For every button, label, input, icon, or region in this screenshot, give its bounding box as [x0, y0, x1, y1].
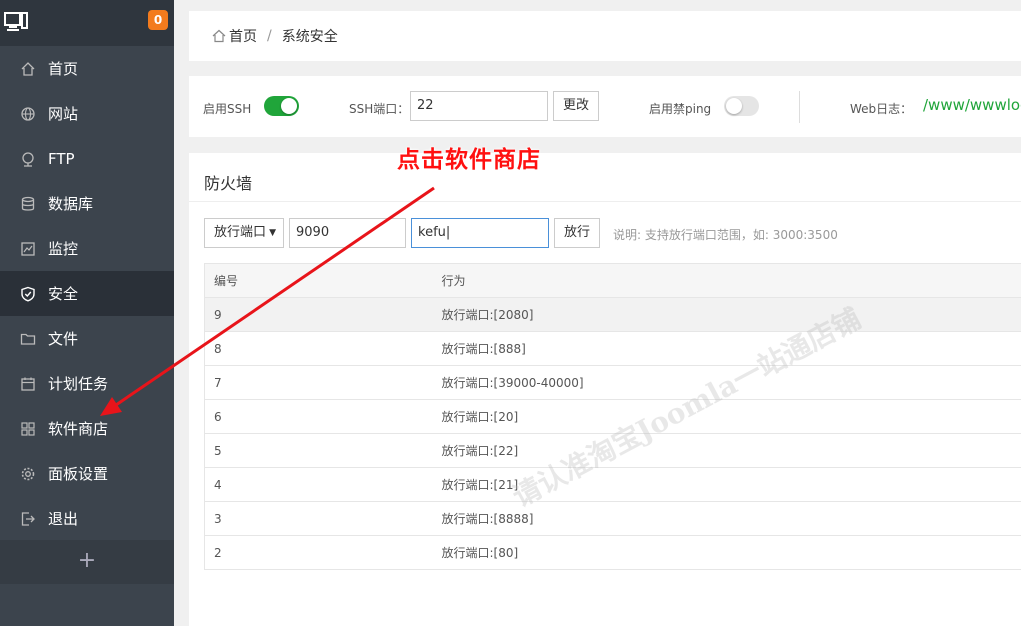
cell-id: 4	[204, 467, 442, 502]
toggle-knob	[726, 98, 742, 114]
sidebar-item-files[interactable]: 文件	[0, 316, 174, 361]
sidebar-header: 0	[0, 0, 174, 46]
enable-ssh-label: 启用SSH	[203, 102, 252, 116]
table-row[interactable]: 3 放行端口:[8888]	[204, 501, 1021, 536]
sidebar: 0 首页 网站 FTP 数据库 监控 安全 文件 计划任务 软件商店 面板设置	[0, 0, 174, 626]
ping-toggle[interactable]	[724, 96, 759, 116]
sidebar-item-label: 文件	[48, 330, 79, 348]
ssh-toggle[interactable]	[264, 96, 299, 116]
table-row[interactable]: 8 放行端口:[888]	[204, 331, 1021, 366]
notification-badge[interactable]: 0	[148, 10, 168, 30]
home-icon[interactable]	[211, 28, 227, 44]
sidebar-item-software-store[interactable]: 软件商店	[0, 406, 174, 451]
cell-id: 7	[204, 365, 442, 400]
sidebar-item-label: 监控	[48, 240, 79, 258]
column-header-action: 行为	[441, 263, 1021, 298]
hint-text: 说明: 支持放行端口范围，如: 3000:3500	[613, 228, 838, 242]
sidebar-item-panel-settings[interactable]: 面板设置	[0, 451, 174, 496]
change-port-button[interactable]: 更改	[553, 91, 599, 121]
port-input[interactable]: 9090	[289, 218, 406, 248]
ssh-settings-panel: 启用SSH SSH端口： 22 更改 启用禁ping Web日志： /www/w…	[189, 76, 1021, 137]
grid-icon	[20, 421, 36, 437]
cell-id: 8	[204, 331, 442, 366]
web-log-label: Web日志：	[850, 102, 913, 116]
table-row[interactable]: 7 放行端口:[39000-40000]	[204, 365, 1021, 400]
caret-down-icon: ▼	[269, 228, 276, 238]
web-log-path-link[interactable]: /www/wwwlog	[923, 96, 1021, 114]
calendar-icon	[20, 376, 36, 392]
ftp-icon	[20, 151, 36, 167]
table-row[interactable]: 9 放行端口:[2080]	[204, 297, 1021, 332]
sidebar-item-label: 首页	[48, 60, 79, 78]
sidebar-item-database[interactable]: 数据库	[0, 181, 174, 226]
toggle-knob	[281, 98, 297, 114]
sidebar-item-home[interactable]: 首页	[0, 46, 174, 91]
database-icon	[20, 196, 36, 212]
cell-id: 2	[204, 535, 442, 570]
cell-action: 放行端口:[2080]	[441, 297, 1021, 332]
ssh-port-label: SSH端口：	[349, 102, 410, 116]
sidebar-item-cron[interactable]: 计划任务	[0, 361, 174, 406]
firewall-panel: 防火墙 放行端口 ▼ 9090 kefu| 放行 说明: 支持放行端口范围，如:…	[189, 153, 1021, 626]
column-header-id: 编号	[204, 263, 442, 298]
rule-type-value: 放行端口	[214, 225, 267, 240]
home-icon	[20, 61, 36, 77]
cell-action: 放行端口:[80]	[441, 535, 1021, 570]
sidebar-item-ftp[interactable]: FTP	[0, 136, 174, 181]
shield-icon	[20, 286, 36, 302]
table-row[interactable]: 2 放行端口:[80]	[204, 535, 1021, 570]
sidebar-item-label: 计划任务	[48, 375, 109, 393]
globe-icon	[20, 106, 36, 122]
monitor-icon[interactable]	[4, 11, 28, 33]
breadcrumb-home-link[interactable]: 首页	[229, 26, 257, 46]
sidebar-item-label: 软件商店	[48, 420, 109, 438]
table-header-row: 编号 行为	[204, 263, 1021, 298]
add-button[interactable]: +	[0, 540, 174, 584]
sidebar-item-label: 退出	[48, 510, 79, 528]
rule-type-select[interactable]: 放行端口 ▼	[204, 218, 284, 248]
disable-ping-label: 启用禁ping	[649, 102, 712, 116]
breadcrumb-separator: /	[267, 28, 272, 44]
monitor-chart-icon	[20, 241, 36, 257]
sidebar-item-label: FTP	[48, 149, 75, 168]
table-row[interactable]: 4 放行端口:[21]	[204, 467, 1021, 502]
ssh-port-input[interactable]: 22	[410, 91, 548, 121]
sidebar-item-label: 面板设置	[48, 465, 109, 483]
annotation-text: 点击软件商店	[397, 147, 541, 173]
allow-port-button[interactable]: 放行	[554, 218, 600, 248]
divider	[189, 201, 1021, 202]
divider	[799, 91, 800, 123]
cell-id: 3	[204, 501, 442, 536]
sidebar-item-label: 网站	[48, 105, 79, 123]
sidebar-item-logout[interactable]: 退出	[0, 496, 174, 541]
cell-id: 5	[204, 433, 442, 468]
cell-id: 6	[204, 399, 442, 434]
sidebar-item-website[interactable]: 网站	[0, 91, 174, 136]
logout-icon	[20, 511, 36, 527]
firewall-title: 防火墙	[204, 174, 253, 193]
breadcrumb: 首页 / 系统安全	[189, 11, 1021, 61]
remark-input[interactable]: kefu|	[411, 218, 549, 248]
breadcrumb-current: 系统安全	[281, 29, 338, 45]
gear-icon	[20, 466, 36, 482]
sidebar-item-label: 安全	[48, 285, 79, 303]
remark-input-value: kefu	[418, 225, 446, 240]
sidebar-item-label: 数据库	[48, 195, 94, 213]
cell-action: 放行端口:[22]	[441, 433, 1021, 468]
cell-id: 9	[204, 297, 442, 332]
firewall-rules-table: 编号 行为 9 放行端口:[2080] 8 放行端口:[888] 7 放行端口:[39…	[204, 263, 1021, 570]
sidebar-item-monitor[interactable]: 监控	[0, 226, 174, 271]
sidebar-item-security[interactable]: 安全	[0, 271, 174, 316]
folder-icon	[20, 331, 36, 347]
